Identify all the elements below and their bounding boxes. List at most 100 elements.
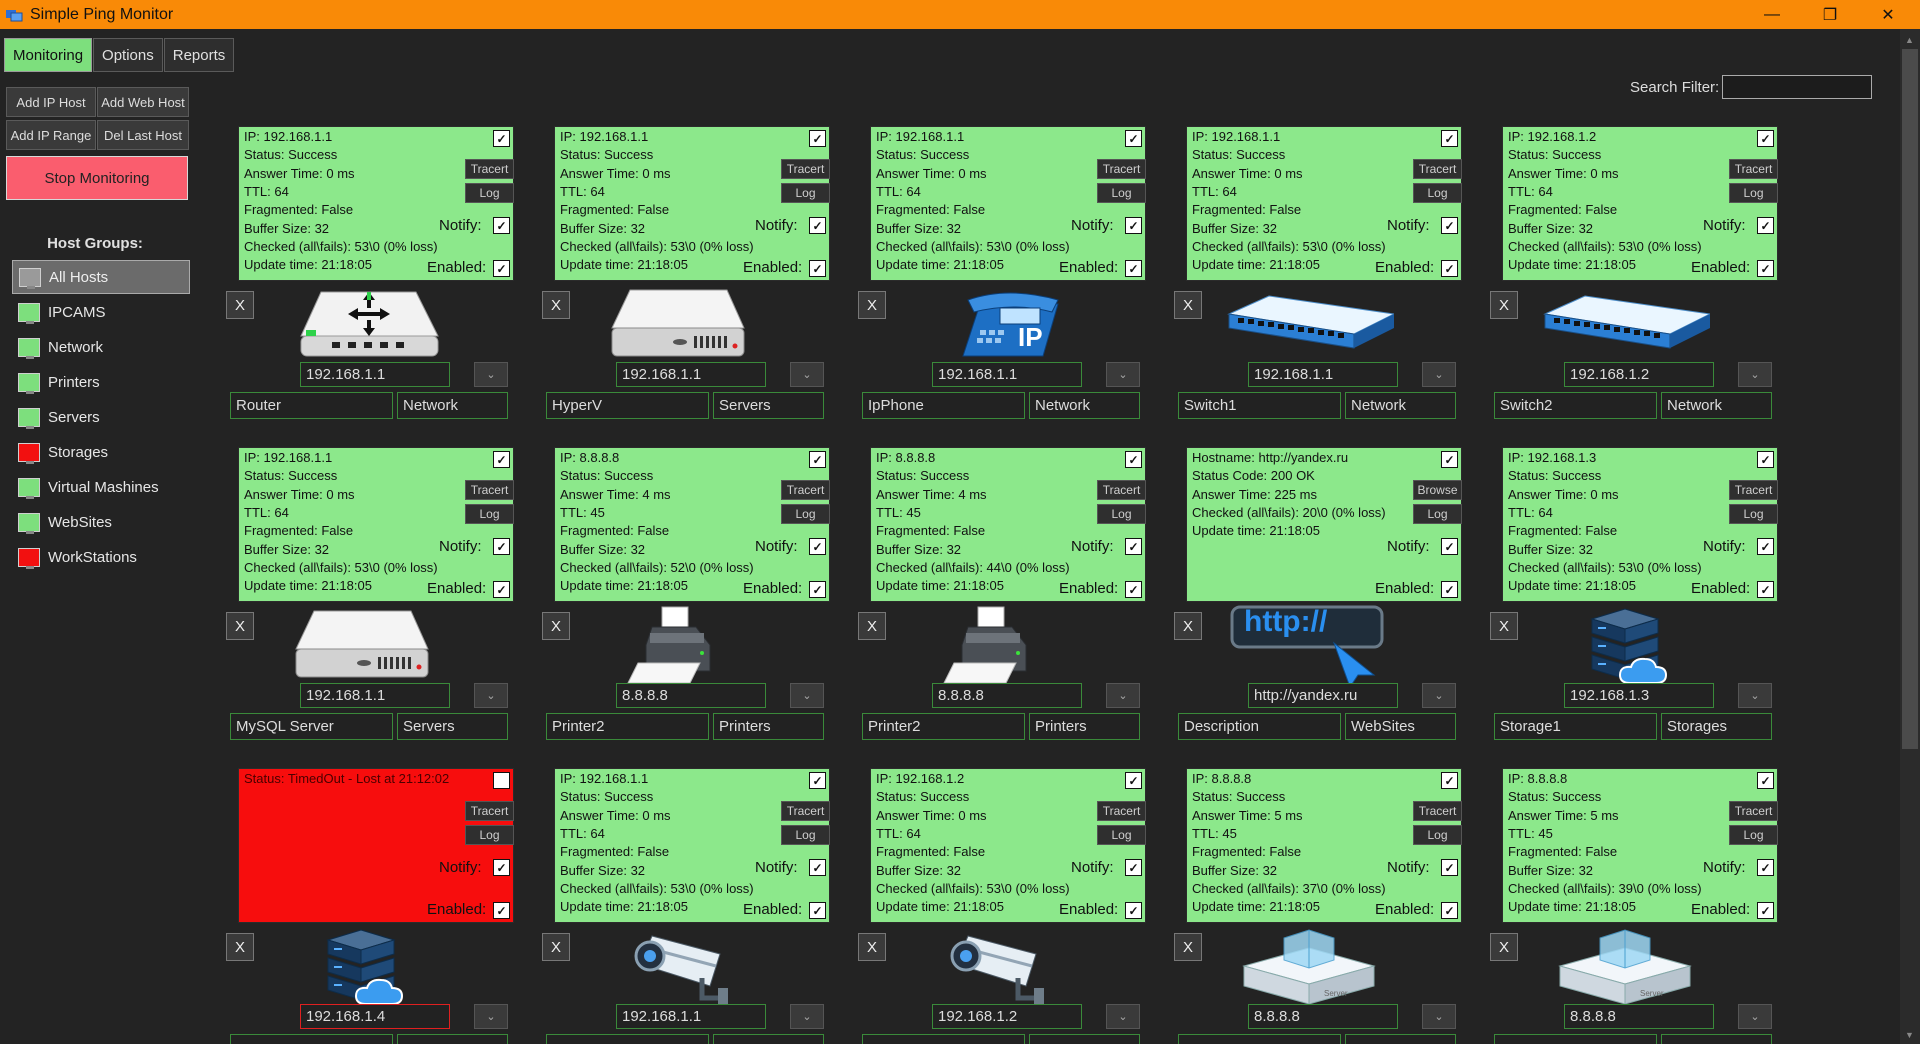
host-group-item[interactable]: Virtual Mashines [12, 470, 190, 504]
scrollbar-thumb[interactable] [1902, 49, 1918, 749]
host-address-dropdown[interactable]: ⌄ [474, 1004, 508, 1029]
host-address-dropdown[interactable]: ⌄ [1738, 362, 1772, 387]
select-host-checkbox[interactable]: ✓ [1757, 451, 1774, 468]
host-group-field[interactable]: WebSites [1345, 713, 1456, 740]
host-name-field[interactable]: Switch2 [1494, 392, 1657, 419]
notify-checkbox[interactable]: ✓ [1757, 217, 1774, 234]
host-address-field[interactable]: 8.8.8.8 [1564, 1004, 1714, 1029]
host-name-field[interactable] [1178, 1034, 1341, 1044]
enabled-checkbox[interactable]: ✓ [1441, 260, 1458, 277]
host-address-field[interactable]: 192.168.1.1 [300, 683, 450, 708]
notify-checkbox[interactable]: ✓ [1125, 217, 1142, 234]
scroll-down-icon[interactable]: ▼ [1905, 1030, 1914, 1040]
log-button[interactable]: Log [1097, 183, 1146, 203]
log-button[interactable]: Log [781, 825, 830, 845]
host-name-field[interactable]: Switch1 [1178, 392, 1341, 419]
notify-checkbox[interactable]: ✓ [809, 538, 826, 555]
notify-checkbox[interactable]: ✓ [1441, 538, 1458, 555]
host-group-field[interactable] [1345, 1034, 1456, 1044]
tracert-button[interactable]: Tracert [781, 801, 830, 821]
log-button[interactable]: Log [465, 183, 514, 203]
remove-host-button[interactable]: X [542, 612, 570, 640]
tracert-button[interactable]: Tracert [1413, 801, 1462, 821]
tab-monitoring[interactable]: Monitoring [4, 38, 93, 72]
host-address-field[interactable]: 192.168.1.2 [932, 1004, 1082, 1029]
notify-checkbox[interactable]: ✓ [1441, 859, 1458, 876]
tab-reports[interactable]: Reports [163, 38, 235, 72]
select-host-checkbox[interactable]: ✓ [493, 451, 510, 468]
select-host-checkbox[interactable]: ✓ [1441, 772, 1458, 789]
tracert-button[interactable]: Tracert [1097, 480, 1146, 500]
host-group-item[interactable]: WorkStations [12, 540, 190, 574]
remove-host-button[interactable]: X [1490, 612, 1518, 640]
enabled-checkbox[interactable]: ✓ [1757, 902, 1774, 919]
host-group-item[interactable]: IPCAMS [12, 295, 190, 329]
host-address-field[interactable]: 192.168.1.2 [1564, 362, 1714, 387]
log-button[interactable]: Log [781, 504, 830, 524]
notify-checkbox[interactable]: ✓ [809, 859, 826, 876]
host-group-field[interactable] [1661, 1034, 1772, 1044]
host-address-dropdown[interactable]: ⌄ [1422, 683, 1456, 708]
select-host-checkbox[interactable]: ✓ [1441, 130, 1458, 147]
add-ip-host-button[interactable]: Add IP Host [6, 87, 96, 117]
select-host-checkbox[interactable]: ✓ [1125, 451, 1142, 468]
host-address-field[interactable]: 192.168.1.1 [616, 1004, 766, 1029]
host-address-dropdown[interactable]: ⌄ [474, 362, 508, 387]
enabled-checkbox[interactable]: ✓ [1441, 902, 1458, 919]
host-name-field[interactable] [546, 1034, 709, 1044]
host-address-dropdown[interactable]: ⌄ [1738, 1004, 1772, 1029]
log-button[interactable]: Log [1729, 825, 1778, 845]
host-name-field[interactable]: MySQL Server [230, 713, 393, 740]
add-ip-range-button[interactable]: Add IP Range [6, 120, 96, 150]
host-name-field[interactable]: Printer2 [862, 713, 1025, 740]
remove-host-button[interactable]: X [226, 933, 254, 961]
host-group-field[interactable]: Network [1029, 392, 1140, 419]
tracert-button[interactable]: Tracert [465, 480, 514, 500]
host-group-field[interactable] [1029, 1034, 1140, 1044]
host-address-field[interactable]: 8.8.8.8 [1248, 1004, 1398, 1029]
tracert-button[interactable]: Tracert [1729, 159, 1778, 179]
host-address-dropdown[interactable]: ⌄ [1106, 1004, 1140, 1029]
host-group-item[interactable]: All Hosts [12, 260, 190, 294]
select-host-checkbox[interactable] [493, 772, 510, 789]
log-button[interactable]: Log [1097, 825, 1146, 845]
host-name-field[interactable]: Storage1 [1494, 713, 1657, 740]
remove-host-button[interactable]: X [542, 933, 570, 961]
host-name-field[interactable] [230, 1034, 393, 1044]
notify-checkbox[interactable]: ✓ [1125, 538, 1142, 555]
enabled-checkbox[interactable]: ✓ [1125, 581, 1142, 598]
select-host-checkbox[interactable]: ✓ [1125, 772, 1142, 789]
notify-checkbox[interactable]: ✓ [493, 217, 510, 234]
enabled-checkbox[interactable]: ✓ [1125, 902, 1142, 919]
stop-monitoring-button[interactable]: Stop Monitoring [6, 156, 188, 200]
host-name-field[interactable]: Router [230, 392, 393, 419]
tracert-button[interactable]: Tracert [781, 480, 830, 500]
host-name-field[interactable] [1494, 1034, 1657, 1044]
notify-checkbox[interactable]: ✓ [1125, 859, 1142, 876]
close-button[interactable]: ✕ [1859, 0, 1917, 29]
enabled-checkbox[interactable]: ✓ [809, 581, 826, 598]
remove-host-button[interactable]: X [226, 612, 254, 640]
host-group-field[interactable] [397, 1034, 508, 1044]
remove-host-button[interactable]: X [858, 612, 886, 640]
host-group-item[interactable]: Network [12, 330, 190, 364]
host-address-dropdown[interactable]: ⌄ [1422, 1004, 1456, 1029]
enabled-checkbox[interactable]: ✓ [1125, 260, 1142, 277]
host-group-item[interactable]: Storages [12, 435, 190, 469]
browse-button[interactable]: Browse [1413, 480, 1462, 500]
host-address-field[interactable]: 8.8.8.8 [616, 683, 766, 708]
tracert-button[interactable]: Tracert [1729, 801, 1778, 821]
notify-checkbox[interactable]: ✓ [809, 217, 826, 234]
host-address-field[interactable]: 192.168.1.1 [616, 362, 766, 387]
host-group-field[interactable]: Network [1345, 392, 1456, 419]
host-group-item[interactable]: WebSites [12, 505, 190, 539]
host-address-field[interactable]: 192.168.1.1 [1248, 362, 1398, 387]
enabled-checkbox[interactable]: ✓ [1757, 581, 1774, 598]
host-address-field[interactable]: 192.168.1.1 [300, 362, 450, 387]
log-button[interactable]: Log [781, 183, 830, 203]
remove-host-button[interactable]: X [542, 291, 570, 319]
del-last-host-button[interactable]: Del Last Host [97, 120, 189, 150]
host-address-field[interactable]: 192.168.1.3 [1564, 683, 1714, 708]
host-name-field[interactable]: HyperV [546, 392, 709, 419]
tracert-button[interactable]: Tracert [781, 159, 830, 179]
